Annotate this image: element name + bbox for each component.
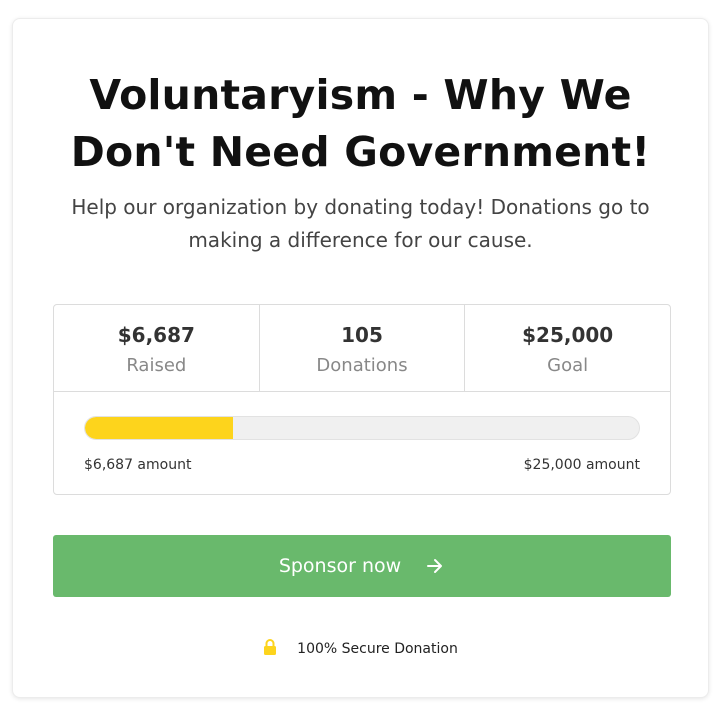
arrow-right-icon [427,559,443,573]
goal-value: $25,000 [522,323,614,347]
raised-label: Raised [126,355,187,376]
stats-panel: $6,687 Raised 105 Donations $25,000 Goal… [53,304,671,495]
stats-row: $6,687 Raised 105 Donations $25,000 Goal [54,305,670,392]
sponsor-now-button[interactable]: Sponsor now [53,535,671,597]
donation-card: Voluntaryism - Why We Don't Need Governm… [12,18,709,698]
sponsor-button-label: Sponsor now [278,555,402,577]
goal-label: Goal [547,355,589,376]
lock-icon [264,639,277,655]
stat-donations: 105 Donations [260,305,466,391]
raised-value: $6,687 [117,323,195,347]
campaign-subtitle: Help our organization by donating today!… [71,195,650,252]
stat-goal: $25,000 Goal [465,305,670,391]
secure-donation-text: 100% Secure Donation [297,641,458,657]
campaign-title: Voluntaryism - Why We Don't Need Governm… [70,71,651,176]
progress-raised-amount: $6,687 amount [84,457,192,473]
progress-goal-amount: $25,000 amount [523,457,640,473]
donations-label: Donations [316,355,408,376]
progress-fill [85,417,234,439]
donations-value: 105 [341,323,383,347]
stat-raised: $6,687 Raised [54,305,260,391]
secure-donation-note: 100% Secure Donation [13,639,708,659]
progress-bar [84,416,640,440]
